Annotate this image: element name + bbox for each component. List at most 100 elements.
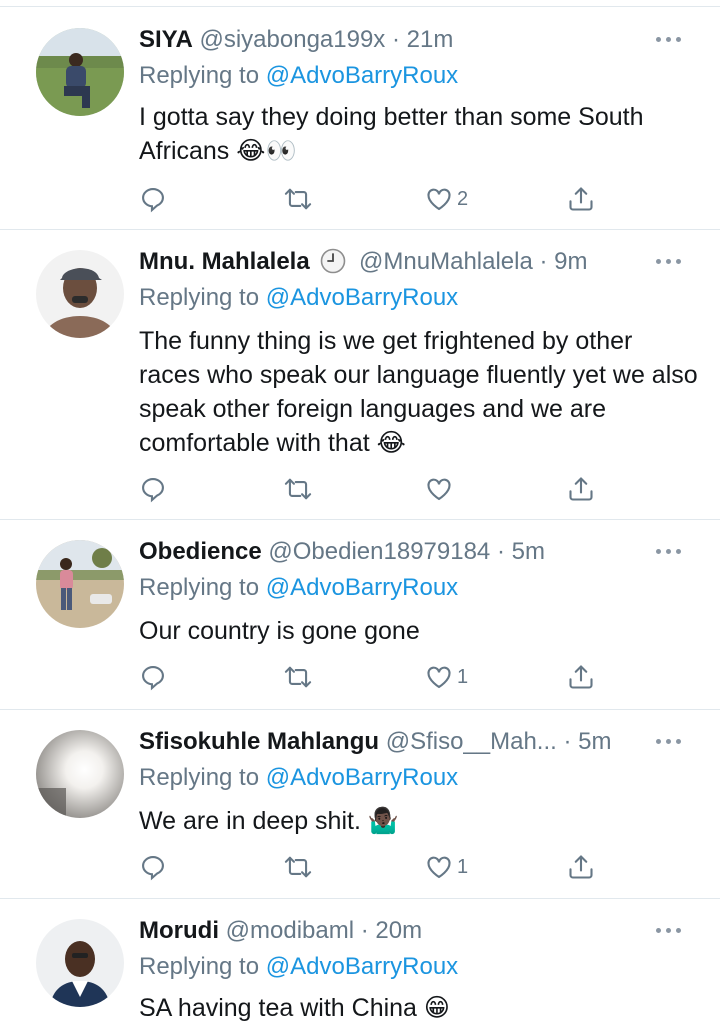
separator-dot: · <box>496 538 505 565</box>
mention-link[interactable]: @AdvoBarryRoux <box>266 62 458 89</box>
tweet-text: The funny thing is we get frightened by … <box>139 327 698 457</box>
avatar[interactable] <box>36 28 124 116</box>
tweet-actions <box>139 472 609 506</box>
man-with-cap-avatar <box>36 250 124 338</box>
user-handle[interactable]: @MnuMahlalela <box>359 248 533 275</box>
tweet-divider <box>0 709 720 710</box>
more-icon[interactable] <box>656 736 686 748</box>
like-icon <box>427 856 451 879</box>
tweet-divider <box>0 229 720 230</box>
tweet[interactable]: Morudi @modibaml · 20m Replying to @Advo… <box>0 911 720 1025</box>
reply-icon <box>142 188 164 213</box>
more-icon[interactable] <box>656 34 686 46</box>
share-icon <box>569 477 593 501</box>
like-button[interactable]: 1 <box>425 660 468 694</box>
like-button[interactable]: 1 <box>425 850 468 884</box>
tweet-text: I gotta say they doing better than some … <box>139 103 644 165</box>
tweet-header: Morudi @modibaml · 20m <box>139 911 659 951</box>
display-name[interactable]: Obedience <box>139 538 262 565</box>
timestamp[interactable]: 20m <box>375 917 422 944</box>
share-button[interactable] <box>567 660 595 694</box>
retweet-icon <box>284 478 312 500</box>
reply-button[interactable] <box>139 660 167 694</box>
separator-dot: · <box>391 26 400 53</box>
avatar[interactable] <box>36 540 124 628</box>
tweet-actions: 1 <box>139 850 609 884</box>
avatar[interactable] <box>36 250 124 338</box>
tweet-text: Our country is gone gone <box>139 617 420 645</box>
display-name[interactable]: Mnu. Mahlalela <box>139 248 310 275</box>
display-name[interactable]: SIYA <box>139 26 193 53</box>
tweet[interactable]: Sfisokuhle Mahlangu @Sfiso__Mah... · 5m … <box>0 722 720 898</box>
user-handle[interactable]: @Sfiso__Mah... <box>386 728 557 755</box>
tweet[interactable]: SIYA @siyabonga199x · 21m Replying to @A… <box>0 20 720 228</box>
tweet-text: We are in deep shit. 🤷🏿‍♂️ <box>139 807 399 835</box>
user-handle[interactable]: @modibaml <box>226 917 354 944</box>
tweet-divider <box>0 519 720 520</box>
like-button[interactable] <box>425 472 457 506</box>
display-name[interactable]: Sfisokuhle Mahlangu <box>139 728 379 755</box>
tweet-actions: 2 <box>139 182 609 216</box>
reply-button[interactable] <box>139 472 167 506</box>
like-icon <box>427 478 451 501</box>
mention-link[interactable]: @AdvoBarryRoux <box>266 764 458 791</box>
more-icon[interactable] <box>656 546 686 558</box>
retweet-button[interactable] <box>283 472 313 506</box>
tweet[interactable]: Obedience @Obedien18979184 · 5m Replying… <box>0 532 720 708</box>
share-icon <box>569 855 593 879</box>
replying-to: Replying to @AdvoBarryRoux <box>139 56 458 96</box>
reply-icon <box>142 856 164 881</box>
tweet-header: Obedience @Obedien18979184 · 5m <box>139 532 659 572</box>
reply-icon <box>142 478 164 503</box>
replying-to-label: Replying to <box>139 284 260 311</box>
like-button[interactable]: 2 <box>425 182 468 216</box>
replying-to: Replying to @AdvoBarryRoux <box>139 568 458 608</box>
retweet-button[interactable] <box>283 850 313 884</box>
tweet-text: SA having tea with China 😁 <box>139 994 450 1022</box>
clock-icon <box>321 248 346 273</box>
replying-to-label: Replying to <box>139 574 260 601</box>
avatar[interactable] <box>36 730 124 818</box>
user-handle[interactable]: @siyabonga199x <box>199 26 385 53</box>
replying-to: Replying to @AdvoBarryRoux <box>139 278 458 318</box>
like-icon <box>427 188 451 211</box>
tweet-divider <box>0 898 720 899</box>
replying-to-label: Replying to <box>139 953 260 980</box>
timestamp[interactable]: 9m <box>554 248 587 275</box>
tweet-header: Mnu. Mahlalela @MnuMahlalela · 9m <box>139 242 659 282</box>
share-icon <box>569 187 593 211</box>
retweet-button[interactable] <box>283 182 313 216</box>
tweet[interactable]: Mnu. Mahlalela @MnuMahlalela · 9m Replyi… <box>0 242 720 518</box>
top-divider <box>0 6 720 7</box>
reply-button[interactable] <box>139 182 167 216</box>
replying-to: Replying to @AdvoBarryRoux <box>139 947 458 987</box>
man-in-suit-avatar <box>36 919 124 1007</box>
timestamp[interactable]: 5m <box>512 538 545 565</box>
timestamp[interactable]: 21m <box>407 26 454 53</box>
more-icon[interactable] <box>656 925 686 937</box>
reply-button[interactable] <box>139 850 167 884</box>
separator-dot: · <box>360 917 369 944</box>
like-count: 1 <box>457 665 469 688</box>
separator-dot: · <box>539 248 548 275</box>
avatar[interactable] <box>36 919 124 1007</box>
retweet-button[interactable] <box>283 660 313 694</box>
like-count: 2 <box>457 187 469 210</box>
tweet-header: Sfisokuhle Mahlangu @Sfiso__Mah... · 5m <box>139 722 659 762</box>
person-outdoors-avatar <box>36 28 124 116</box>
share-button[interactable] <box>567 850 595 884</box>
like-icon <box>427 666 451 689</box>
bright-light-avatar <box>36 730 124 818</box>
mention-link[interactable]: @AdvoBarryRoux <box>266 953 458 980</box>
retweet-icon <box>284 856 312 878</box>
mention-link[interactable]: @AdvoBarryRoux <box>266 284 458 311</box>
more-icon[interactable] <box>656 256 686 268</box>
user-handle[interactable]: @Obedien18979184 <box>268 538 490 565</box>
timestamp[interactable]: 5m <box>578 728 611 755</box>
retweet-icon <box>284 666 312 688</box>
share-button[interactable] <box>567 472 595 506</box>
display-name[interactable]: Morudi <box>139 917 219 944</box>
mention-link[interactable]: @AdvoBarryRoux <box>266 574 458 601</box>
share-button[interactable] <box>567 182 595 216</box>
share-icon <box>569 665 593 689</box>
